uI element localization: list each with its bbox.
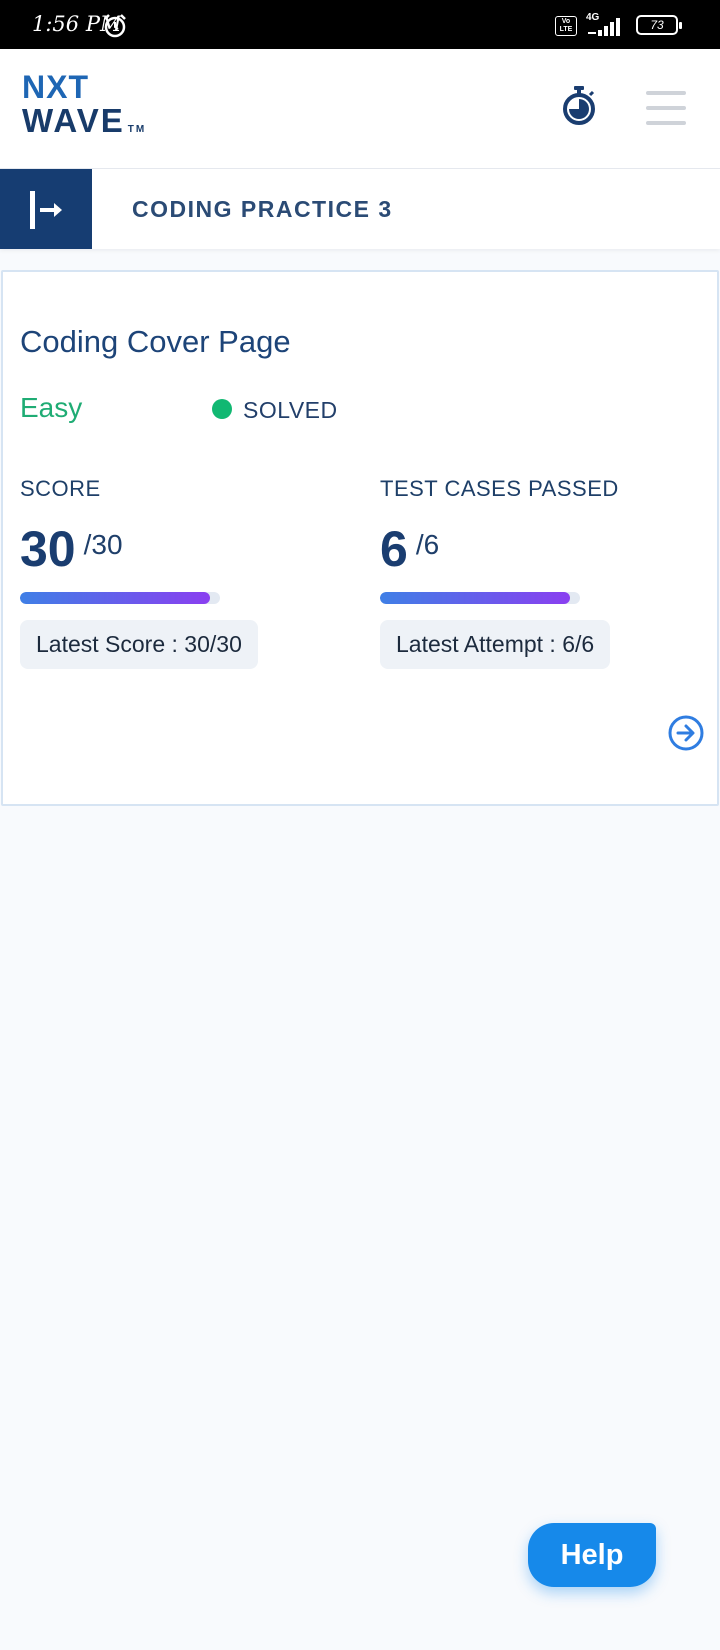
status-label: SOLVED [243, 397, 338, 423]
battery-level: 73 [650, 18, 664, 32]
timer-icon[interactable] [561, 85, 597, 130]
help-button[interactable]: Help [528, 1523, 656, 1587]
score-progress-fill [20, 592, 210, 604]
test-cases-progress-fill [380, 592, 570, 604]
test-cases-value: 6 [380, 521, 408, 577]
logo-bottom-text: WAVE TM [22, 104, 146, 147]
score-metric: SCORE 30/30 Latest Score : 30/30 [20, 476, 340, 669]
test-cases-progress-bar [380, 592, 580, 604]
volte-icon: Vo LTE [555, 16, 577, 36]
test-cases-total: /6 [415, 529, 440, 560]
question-card[interactable]: Coding Cover Page Easy SOLVED SCORE 30/3… [1, 270, 719, 806]
difficulty-label: Easy [20, 392, 83, 423]
question-title: Coding Cover Page [20, 324, 291, 359]
score-progress-bar [20, 592, 220, 604]
practice-header: CODING PRACTICE 3 [0, 169, 720, 249]
score-value-row: 30/30 [20, 520, 340, 580]
logo-top-text: NXT [22, 69, 89, 105]
sidebar-expand-icon [30, 191, 62, 229]
score-value: 30 [20, 521, 76, 577]
score-label: SCORE [20, 476, 101, 501]
app-header: NXT WAVE TM [0, 49, 720, 169]
nxtwave-logo[interactable]: NXT WAVE TM [22, 70, 146, 147]
arrow-right-circle-icon[interactable] [667, 714, 705, 757]
hamburger-menu-icon[interactable] [646, 91, 686, 136]
battery-icon: 73 [636, 15, 682, 35]
status-bar: 1:56 PM Vo LTE 4G 73 [0, 0, 720, 49]
test-cases-label: TEST CASES PASSED [380, 476, 619, 501]
signal-icon [588, 16, 626, 41]
solved-status-dot [212, 399, 232, 419]
logo-wave-text: WAVE [22, 102, 125, 139]
practice-title: CODING PRACTICE 3 [132, 196, 393, 222]
sidebar-toggle-button[interactable] [0, 169, 92, 249]
score-total: /30 [83, 529, 123, 560]
logo-trademark: TM [127, 124, 147, 135]
test-cases-metric: TEST CASES PASSED 6/6 Latest Attempt : 6… [380, 476, 700, 669]
alarm-icon [102, 13, 128, 44]
test-cases-value-row: 6/6 [380, 520, 700, 580]
latest-attempt-pill: Latest Attempt : 6/6 [380, 620, 611, 669]
latest-score-pill: Latest Score : 30/30 [20, 620, 258, 669]
